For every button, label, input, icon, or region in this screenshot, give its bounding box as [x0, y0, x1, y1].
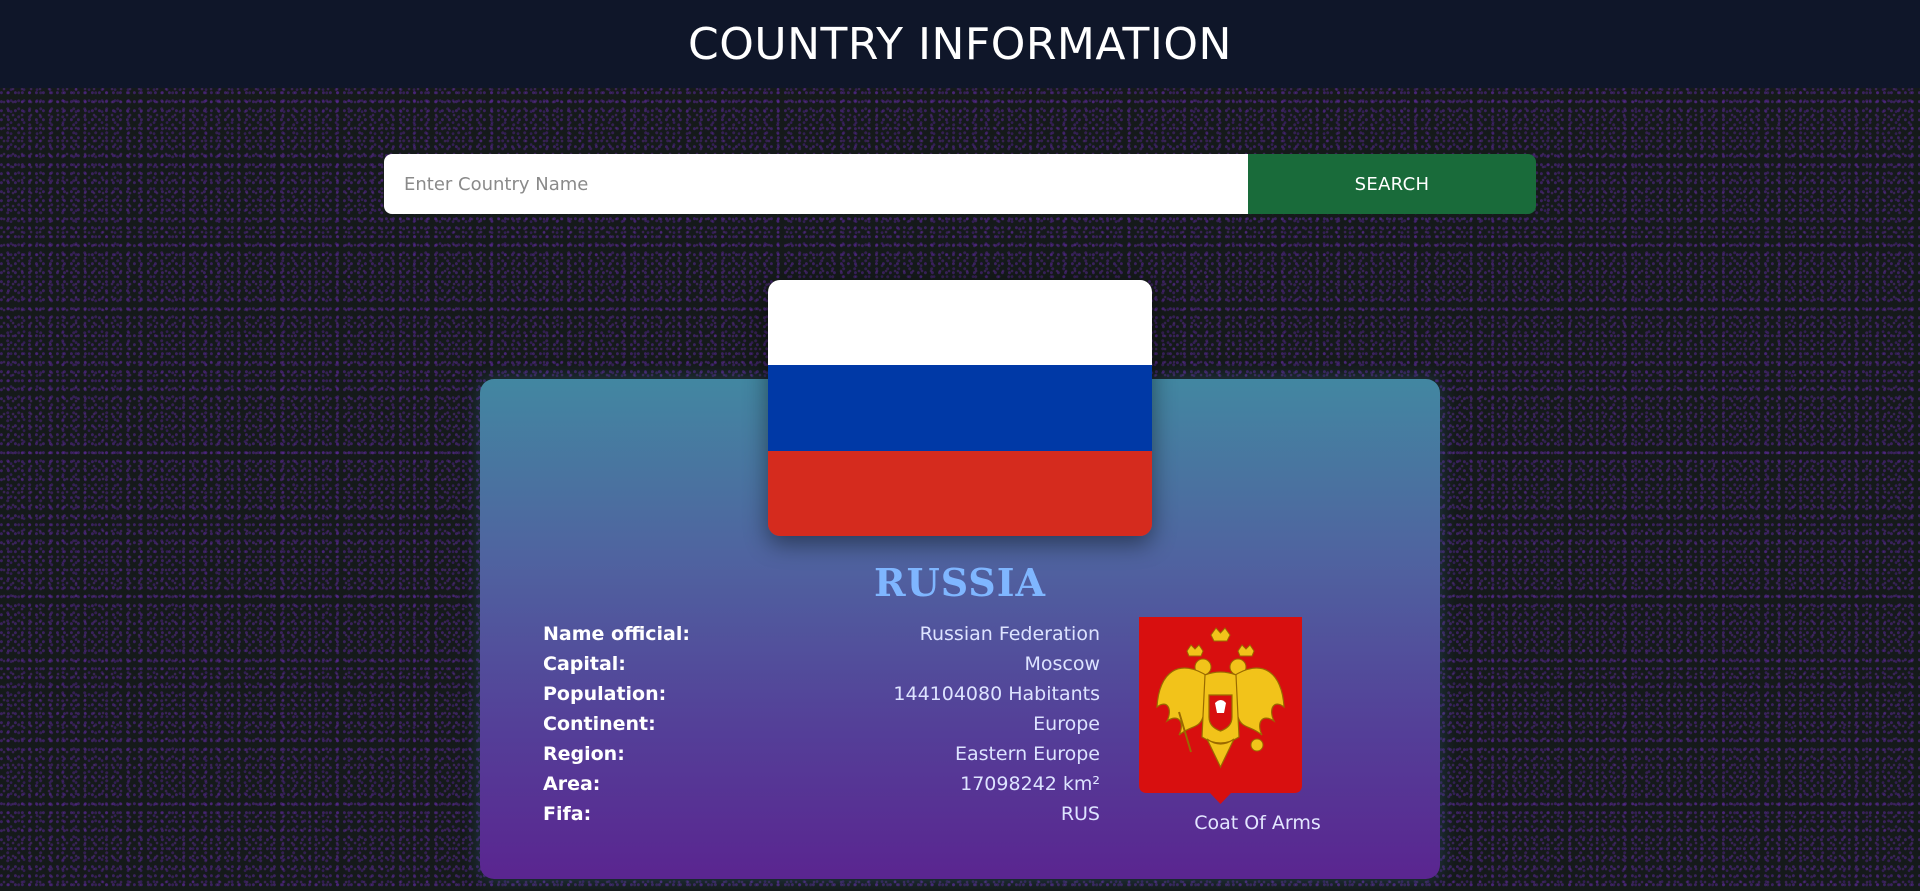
- detail-row-region: Region: Eastern Europe: [543, 739, 1100, 769]
- detail-row-population: Population: 144104080 Habitants: [543, 679, 1100, 709]
- detail-label: Capital:: [543, 653, 626, 675]
- detail-label: Population:: [543, 683, 667, 705]
- country-details: Name official: Russian Federation Capita…: [543, 619, 1100, 829]
- flag-stripe-white: [768, 280, 1152, 366]
- coat-of-arms-image: [1139, 617, 1302, 804]
- page-title: COUNTRY INFORMATION: [688, 18, 1232, 70]
- detail-value: RUS: [1060, 803, 1100, 825]
- detail-value: Europe: [1033, 713, 1100, 735]
- detail-label: Continent:: [543, 713, 656, 735]
- detail-value: 144104080 Habitants: [893, 683, 1100, 705]
- search-input[interactable]: [384, 154, 1248, 214]
- page-header: COUNTRY INFORMATION: [0, 0, 1920, 88]
- detail-row-fifa: Fifa: RUS: [543, 799, 1100, 829]
- country-name: RUSSIA: [873, 560, 1047, 605]
- flag-stripe-red: [768, 450, 1152, 536]
- double-headed-eagle-icon: [1139, 617, 1302, 804]
- search-bar: SEARCH: [384, 154, 1536, 214]
- detail-label: Area:: [543, 773, 601, 795]
- detail-row-continent: Continent: Europe: [543, 709, 1100, 739]
- coat-of-arms-caption: Coat Of Arms: [1194, 812, 1321, 834]
- detail-row-capital: Capital: Moscow: [543, 649, 1100, 679]
- detail-label: Region:: [543, 743, 625, 765]
- detail-value: Moscow: [1024, 653, 1100, 675]
- detail-row-area: Area: 17098242 km²: [543, 769, 1100, 799]
- detail-row-official-name: Name official: Russian Federation: [543, 619, 1100, 649]
- search-button[interactable]: SEARCH: [1248, 154, 1536, 214]
- country-flag: [768, 280, 1152, 536]
- detail-label: Fifa:: [543, 803, 592, 825]
- detail-label: Name official:: [543, 623, 690, 645]
- detail-value: Russian Federation: [919, 623, 1100, 645]
- detail-value: Eastern Europe: [954, 743, 1100, 765]
- flag-stripe-blue: [768, 365, 1152, 451]
- detail-value: 17098242 km²: [960, 773, 1100, 795]
